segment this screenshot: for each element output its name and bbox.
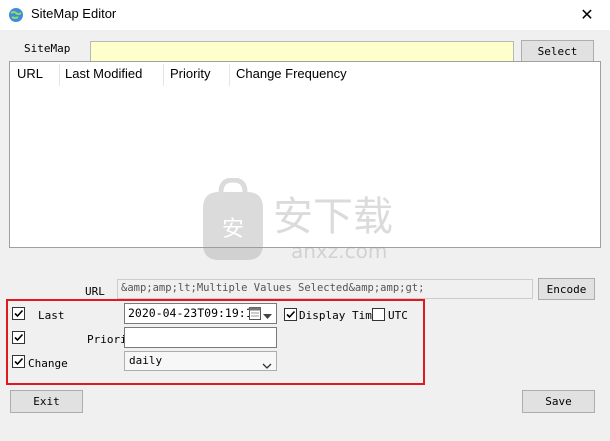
encode-button[interactable]: Encode [538,278,595,300]
column-header-change-frequency[interactable]: Change Frequency [236,66,347,81]
priority-checkbox[interactable] [12,331,25,344]
exit-button[interactable]: Exit [10,390,83,413]
url-list-view[interactable]: URL Last Modified Priority Change Freque… [9,61,601,248]
close-icon[interactable]: ✕ [572,3,602,27]
utc-label: UTC [388,309,408,322]
column-separator [59,64,60,86]
save-button[interactable]: Save [522,390,595,413]
utc-checkbox[interactable] [372,308,385,321]
url-label: URL [85,285,105,298]
last-label: Last [38,309,65,322]
change-checkbox[interactable] [12,355,25,368]
display-time-checkbox[interactable] [284,308,297,321]
sitemap-path-input[interactable] [90,41,514,62]
column-header-last-modified[interactable]: Last Modified [65,66,142,81]
change-label: Change [28,357,68,370]
url-input[interactable]: &amp;amp;lt;Multiple Values Selected&amp… [117,279,533,299]
sitemap-label: SiteMap [24,42,71,55]
calendar-icon[interactable] [249,306,261,320]
chevron-down-icon[interactable] [263,309,272,319]
column-header-url[interactable]: URL [17,66,43,81]
column-header-priority[interactable]: Priority [170,66,210,81]
priority-label: Priori [87,333,127,346]
last-checkbox[interactable] [12,307,25,320]
datetime-value: 2020-04-23T09:19:14 [128,306,260,320]
change-frequency-select[interactable]: daily [124,351,277,371]
app-globe-icon [8,7,24,23]
select-button[interactable]: Select [521,40,594,62]
column-separator [163,64,164,86]
chevron-down-icon[interactable] [262,358,272,369]
priority-input[interactable] [124,327,277,348]
column-separator [229,64,230,86]
display-time-label: Display Tim [299,309,372,322]
window-title: SiteMap Editor [31,6,117,21]
change-frequency-value: daily [129,354,163,367]
